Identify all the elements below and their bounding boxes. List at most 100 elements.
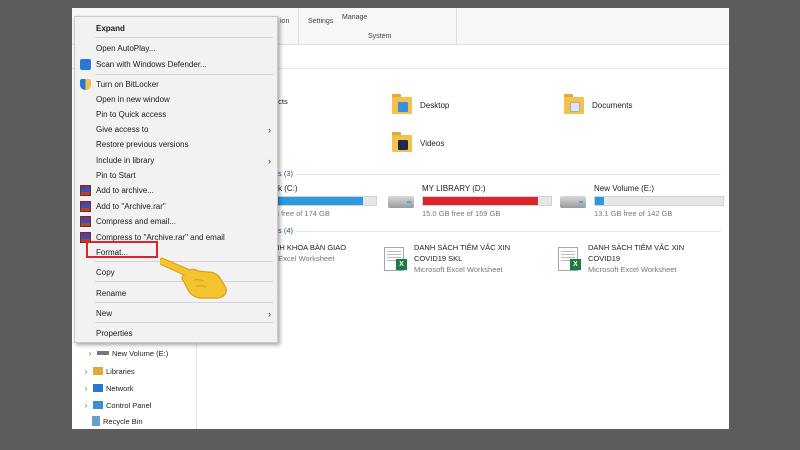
menu-item-compress-email[interactable]: Compress and email... bbox=[75, 214, 277, 229]
folder-documents[interactable]: Documents bbox=[564, 94, 632, 116]
nav-item-label: Libraries bbox=[106, 366, 135, 376]
chevron-right-icon[interactable]: › bbox=[86, 349, 94, 358]
file-type: t Excel Worksheet bbox=[274, 254, 335, 263]
winrar-icon bbox=[80, 185, 91, 196]
menu-item-add-archive[interactable]: Add to archive... bbox=[75, 183, 277, 198]
menu-item-label: Pin to Start bbox=[96, 171, 136, 180]
devices-section-head[interactable]: s (3) bbox=[278, 169, 293, 178]
menu-item-label: Add to "Archive.rar" bbox=[96, 202, 166, 211]
menu-item-label: Expand bbox=[96, 24, 125, 33]
menu-item-restore-versions[interactable]: Restore previous versions bbox=[75, 137, 277, 152]
menu-item-pin-start[interactable]: Pin to Start bbox=[75, 168, 277, 183]
menu-item-scan-defender[interactable]: Scan with Windows Defender... bbox=[75, 57, 277, 72]
drive-usage-bar bbox=[422, 196, 552, 206]
file-name: DANH SÁCH TIÊM VẮC XIN bbox=[588, 243, 685, 252]
nav-item-label: Control Panel bbox=[106, 400, 152, 410]
menu-item-open-autoplay[interactable]: Open AutoPlay... bbox=[75, 41, 277, 56]
drive-usage-fill bbox=[273, 197, 363, 205]
file-name-line2: COVID19 SKL bbox=[414, 254, 463, 263]
nav-item-label: Network bbox=[106, 383, 134, 393]
drive-usage-fill bbox=[595, 197, 604, 205]
nav-item-new-volume-e[interactable]: › New Volume (E:) bbox=[86, 345, 169, 361]
chevron-right-icon: › bbox=[268, 124, 271, 135]
folder-videos[interactable]: Videos bbox=[392, 132, 444, 154]
file-item[interactable]: X DANH SÁCH TIÊM VẮC XIN COVID19 SKL Mic… bbox=[384, 243, 510, 274]
menu-separator bbox=[95, 37, 273, 38]
navigation-pane: › New Volume (E:) › Libraries › Network … bbox=[72, 328, 197, 429]
drive-e[interactable]: New Volume (E:) 13.1 GB free of 142 GB bbox=[560, 184, 724, 218]
menu-item-include-library[interactable]: Include in library › bbox=[75, 153, 277, 168]
drive-icon bbox=[97, 351, 109, 355]
ribbon-tab-partial[interactable]: ion bbox=[280, 18, 289, 25]
folder-label: Videos bbox=[420, 138, 445, 148]
folder-label: Documents bbox=[592, 100, 633, 110]
menu-item-expand[interactable]: Expand bbox=[75, 21, 277, 36]
drive-usage-bar bbox=[272, 196, 377, 206]
menu-separator bbox=[95, 322, 273, 323]
chevron-right-icon[interactable]: › bbox=[82, 401, 90, 410]
chevron-right-icon: › bbox=[268, 155, 271, 166]
file-type: Microsoft Excel Worksheet bbox=[414, 265, 503, 274]
drive-free-space: B free of 174 GB bbox=[274, 209, 330, 218]
drive-info: New Volume (E:) 13.1 GB free of 142 GB bbox=[594, 184, 724, 218]
menu-item-label: Properties bbox=[96, 329, 133, 338]
ribbon-divider bbox=[456, 8, 457, 44]
nav-item-recycle-bin[interactable]: Recycle Bin bbox=[92, 413, 143, 429]
nav-item-label: Recycle Bin bbox=[103, 416, 143, 426]
winrar-icon bbox=[80, 201, 91, 212]
drive-usage-fill bbox=[423, 197, 539, 205]
drive-name: New Volume (E:) bbox=[594, 184, 655, 193]
drive-d[interactable]: MY LIBRARY (D:) 15.0 GB free of 159 GB bbox=[388, 184, 552, 218]
format-highlight-box bbox=[86, 241, 158, 258]
menu-item-open-new-window[interactable]: Open in new window bbox=[75, 92, 277, 107]
file-name: DANH SÁCH TIÊM VẮC XIN bbox=[414, 243, 511, 252]
menu-item-label: New bbox=[96, 309, 113, 318]
menu-item-add-archive-rar[interactable]: Add to "Archive.rar" bbox=[75, 199, 277, 214]
menu-item-new[interactable]: New › bbox=[75, 306, 277, 321]
drive-usage-bar bbox=[594, 196, 724, 206]
menu-item-label: Include in library bbox=[96, 156, 155, 165]
recycle-bin-icon bbox=[92, 416, 100, 426]
drive-icon bbox=[560, 196, 586, 208]
menu-item-label: Pin to Quick access bbox=[96, 110, 167, 119]
drive-free-space: 15.0 GB free of 159 GB bbox=[422, 209, 501, 218]
menu-item-label: Restore previous versions bbox=[96, 140, 189, 149]
menu-separator bbox=[95, 302, 273, 303]
drive-name: MY LIBRARY (D:) bbox=[422, 184, 486, 193]
menu-item-label: Add to archive... bbox=[96, 186, 154, 195]
excel-file-icon: X bbox=[558, 247, 582, 273]
network-icon bbox=[93, 384, 103, 392]
nav-item-label: New Volume (E:) bbox=[112, 348, 169, 358]
videos-folder-icon bbox=[392, 132, 412, 154]
folder-glyph bbox=[570, 102, 580, 112]
file-item[interactable]: X DANH SÁCH TIÊM VẮC XIN COVID19 Microso… bbox=[558, 243, 684, 274]
menu-item-pin-quick-access[interactable]: Pin to Quick access bbox=[75, 107, 277, 122]
menu-item-give-access[interactable]: Give access to › bbox=[75, 122, 277, 137]
file-text: NH KHOA BÀN GIAO t Excel Worksheet bbox=[274, 243, 346, 263]
nav-item-libraries[interactable]: › Libraries bbox=[82, 363, 135, 379]
menu-item-bitlocker[interactable]: Turn on BitLocker bbox=[75, 77, 277, 92]
windows-defender-icon bbox=[80, 59, 91, 70]
chevron-right-icon[interactable]: › bbox=[82, 367, 90, 376]
chevron-right-icon[interactable]: › bbox=[82, 384, 90, 393]
menu-item-label: Open in new window bbox=[96, 95, 170, 104]
settings-button[interactable]: Settings bbox=[308, 18, 333, 25]
menu-item-label: Rename bbox=[96, 289, 127, 298]
folder-desktop[interactable]: Desktop bbox=[392, 94, 449, 116]
file-item[interactable]: NH KHOA BÀN GIAO t Excel Worksheet bbox=[274, 243, 346, 263]
manage-button[interactable]: Manage bbox=[342, 14, 367, 21]
section-divider bbox=[296, 174, 721, 175]
nav-item-network[interactable]: › Network bbox=[82, 380, 134, 396]
libraries-icon bbox=[93, 367, 103, 375]
drive-info: sk (C:) B free of 174 GB bbox=[272, 184, 377, 218]
folder-label: Desktop bbox=[420, 100, 450, 110]
file-type: Microsoft Excel Worksheet bbox=[588, 265, 677, 274]
drive-icon bbox=[388, 196, 414, 208]
recent-section-head[interactable]: s (4) bbox=[278, 226, 293, 235]
nav-item-control-panel[interactable]: › Control Panel bbox=[82, 397, 152, 413]
menu-item-properties[interactable]: Properties bbox=[75, 326, 277, 341]
excel-file-icon: X bbox=[384, 247, 408, 273]
drive-c[interactable]: sk (C:) B free of 174 GB bbox=[272, 184, 377, 218]
chevron-right-icon: › bbox=[268, 308, 271, 319]
shield-icon bbox=[80, 79, 91, 90]
